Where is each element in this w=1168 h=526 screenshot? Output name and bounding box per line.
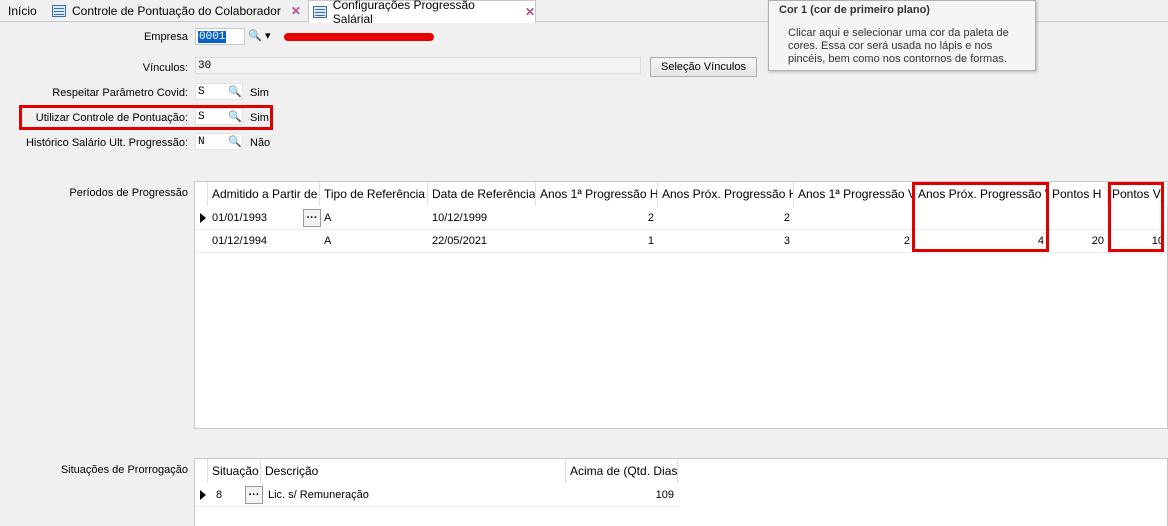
redacted-company-name [284,33,434,41]
lookup-button[interactable]: ··· [245,486,263,504]
tab-inicio[interactable]: Início [8,0,37,22]
situacoes-grid: Situação Descrição Acima de (Qtd. Dias) … [194,458,1168,526]
table-cell[interactable]: 22/05/2021 [428,230,536,252]
vinculos-label: Vínculos: [142,62,188,74]
table-cell[interactable]: 10/12/1999 [428,207,536,229]
close-icon[interactable]: ✕ [525,5,535,19]
column-header[interactable]: Anos Próx. Progressão H [658,182,794,206]
column-header[interactable]: Anos 1ª Progressão V [794,182,914,206]
tooltip-title: Cor 1 (cor de primeiro plano) [779,4,930,16]
column-header[interactable]: Admitido a Partir de [208,182,320,206]
search-icon[interactable]: 🔍 [228,135,242,148]
table-cell[interactable]: 2 [658,207,794,229]
current-row-indicator [200,490,206,500]
situacoes-label: Situações de Prorrogação [60,464,188,476]
historico-desc: Não [250,137,271,149]
table-cell[interactable]: 01/12/1994 [208,230,320,252]
table-cell[interactable]: 01/01/1993 [208,207,308,229]
tooltip: Cor 1 (cor de primeiro plano) Clicar aqu… [768,0,1036,71]
column-header[interactable]: Acima de (Qtd. Dias) [566,459,678,483]
empresa-input[interactable]: 0001 [195,28,245,45]
row-divider [195,252,1167,253]
column-header[interactable]: Situação [208,459,261,483]
covid-label: Respeitar Parâmetro Covid: [52,87,188,99]
tab-label: Início [8,4,37,18]
tab-label: Controle de Pontuação do Colaborador [72,4,281,18]
table-cell[interactable]: 8 [212,484,242,506]
column-header[interactable]: Pontos H [1048,182,1108,206]
covid-desc: Sim [250,87,269,99]
column-header[interactable]: Data de Referência [428,182,536,206]
highlight-box [19,105,273,130]
tab-configuracoes-progressao[interactable]: Configurações Progressão Salárial ✕ [308,0,536,26]
highlight-box [1108,182,1164,252]
table-cell[interactable]: Lic. s/ Remuneração [264,484,564,506]
highlight-box [912,182,1049,252]
historico-label: Histórico Salário Ult. Progressão: [25,137,188,149]
table-cell[interactable] [1048,207,1108,229]
vinculos-field: 30 [195,57,641,74]
search-icon[interactable]: 🔍 [248,29,262,42]
table-cell[interactable]: 1 [536,230,658,252]
search-icon[interactable]: 🔍 [228,85,242,98]
table-cell[interactable]: A [320,207,428,229]
selecao-vinculos-button[interactable]: Seleção Vínculos [650,57,757,77]
table-cell[interactable]: 3 [658,230,794,252]
lookup-button[interactable]: ··· [303,209,321,227]
table-cell[interactable] [794,207,914,229]
periodos-label: Períodos de Progressão [69,187,188,199]
current-row-indicator [200,213,206,223]
tooltip-body: Clicar aqui e selecionar uma cor da pale… [788,27,1009,65]
dropdown-icon[interactable]: ▾ [265,29,271,42]
column-header[interactable]: Tipo de Referência [320,182,428,206]
column-header[interactable]: Anos 1ª Progressão H [536,182,658,206]
row-divider [195,506,680,507]
table-cell[interactable]: 20 [1048,230,1108,252]
tab-controle-pontuacao[interactable]: Controle de Pontuação do Colaborador ✕ [52,0,301,22]
empresa-label: Empresa [143,31,188,43]
table-cell[interactable]: A [320,230,428,252]
tab-label: Configurações Progressão Salárial [332,0,475,26]
table-cell[interactable]: 109 [566,484,678,506]
column-header[interactable]: Descrição [261,459,566,483]
row-header-corner [195,182,208,206]
window-icon [313,6,327,18]
table-cell[interactable]: 2 [794,230,914,252]
table-cell[interactable]: 2 [536,207,658,229]
row-header-corner [195,459,208,483]
window-icon [52,5,66,17]
close-icon[interactable]: ✕ [291,4,301,18]
